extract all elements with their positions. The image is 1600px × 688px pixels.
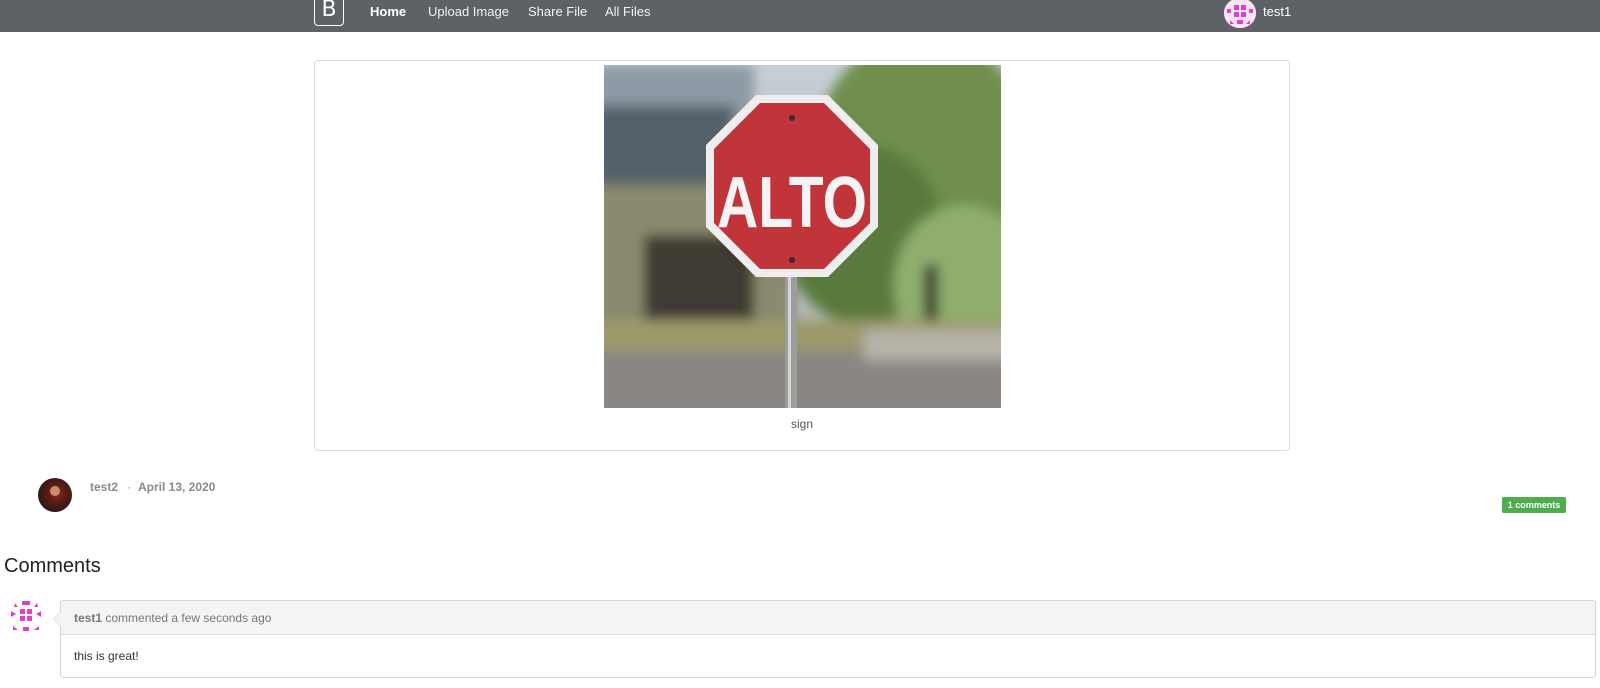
identicon-avatar-icon — [11, 601, 41, 631]
nav-all-files[interactable]: All Files — [605, 4, 651, 20]
nav-share-file[interactable]: Share File — [528, 4, 587, 20]
user-avatar[interactable] — [1224, 0, 1256, 28]
sign-text: ALTO — [717, 163, 867, 243]
nav-upload-image[interactable]: Upload Image — [428, 4, 509, 20]
comments-heading: Comments — [4, 555, 101, 577]
comments-count-badge[interactable]: 1 comments — [1502, 497, 1566, 513]
image-caption: sign — [790, 417, 813, 431]
comment-meta: commented a few seconds ago — [105, 611, 272, 625]
author-avatar[interactable] — [38, 478, 72, 512]
nav-home[interactable]: Home — [370, 4, 406, 20]
comment-header: test1 commented a few seconds ago — [61, 601, 1595, 635]
comment-avatar[interactable] — [8, 600, 44, 634]
image-card: ALTO sign — [314, 60, 1290, 451]
post-image[interactable]: ALTO — [604, 65, 1001, 408]
author-name[interactable]: test2 — [90, 480, 118, 494]
meta-separator: · — [127, 480, 131, 494]
top-navbar: B Home Upload Image Share File All Files… — [0, 0, 1600, 32]
identicon-avatar-icon — [1224, 0, 1256, 28]
comment-author[interactable]: test1 — [74, 611, 102, 625]
nav-username[interactable]: test1 — [1263, 4, 1291, 20]
comment-text: this is great! — [74, 649, 139, 663]
post-date: April 13, 2020 — [138, 480, 216, 494]
comment-item: test1 commented a few seconds ago this i… — [53, 600, 1596, 678]
stop-sign-photo: ALTO — [604, 65, 1001, 408]
brand-logo[interactable]: B — [314, 0, 344, 26]
